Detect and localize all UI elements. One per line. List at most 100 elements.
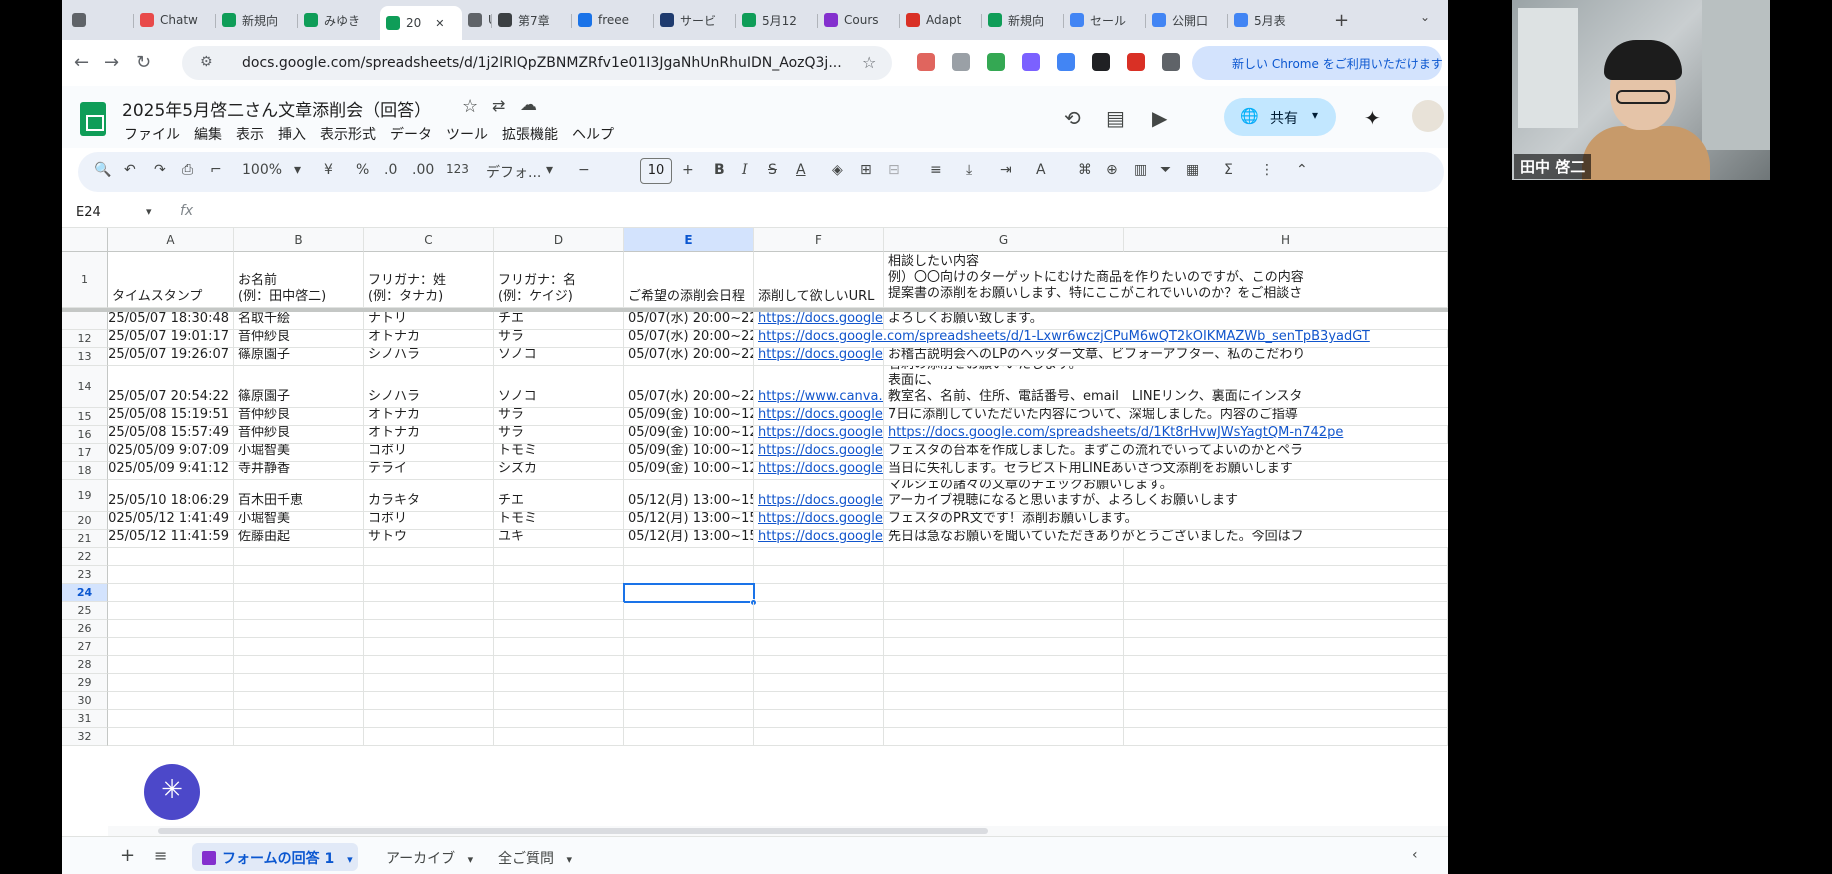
zoom-dropdown-icon[interactable]: ▾ [294, 162, 301, 178]
grid-cell[interactable] [108, 584, 234, 602]
grid-cell[interactable] [364, 620, 494, 638]
grid-cell[interactable] [364, 548, 494, 566]
grid-cell[interactable] [494, 566, 624, 584]
column-header[interactable]: D [494, 228, 624, 252]
increase-font-size-icon[interactable]: + [682, 162, 694, 178]
menu-item[interactable]: 拡張機能 [502, 124, 558, 144]
grid-cell[interactable] [754, 620, 884, 638]
merge-cells-icon[interactable]: ⊟ [888, 162, 900, 178]
grid-cell[interactable]: テライ [364, 462, 494, 480]
grid-cell[interactable] [1124, 566, 1448, 584]
grid-cell[interactable]: 2025/05/12 1:41:49 [108, 512, 234, 530]
grid-cell[interactable]: 05/09(金) 10:00~12:00 [624, 444, 754, 462]
grid-cell[interactable] [624, 620, 754, 638]
grid-cell[interactable] [1124, 728, 1448, 746]
grid-cell[interactable]: 2025/05/08 15:19:51 [108, 408, 234, 426]
grid-cell[interactable]: 05/09(金) 10:00~12:00 [624, 462, 754, 480]
grid-cell[interactable]: ユキ [494, 530, 624, 548]
version-history-icon[interactable]: ⟲ [1064, 106, 1081, 130]
grid-cell[interactable] [624, 674, 754, 692]
row-header[interactable]: 22 [62, 548, 108, 566]
bold-icon[interactable]: B [714, 162, 725, 178]
grid-cell[interactable] [494, 638, 624, 656]
borders-icon[interactable]: ⊞ [860, 162, 872, 178]
menu-item[interactable]: ヘルプ [572, 124, 614, 144]
grid-cell[interactable]: シノハラ [364, 366, 494, 408]
strikethrough-icon[interactable]: S [768, 162, 777, 178]
grid-cell[interactable]: ソノコ [494, 348, 624, 366]
row-header[interactable]: 27 [62, 638, 108, 656]
sheet-tab-form-responses[interactable]: フォームの回答 1 ▾ [192, 843, 358, 871]
browser-tab[interactable]: サービ [654, 6, 736, 34]
grid-cell[interactable] [108, 566, 234, 584]
grid-cell[interactable] [884, 656, 1124, 674]
grid-cell[interactable]: 05/07(水) 20:00~22:00 [624, 348, 754, 366]
grid-cell[interactable] [754, 710, 884, 728]
grid-cell[interactable]: 小堀智美 [234, 444, 364, 462]
column-header[interactable]: E [624, 228, 754, 252]
grid-cell[interactable]: オトナカ [364, 408, 494, 426]
row-header[interactable]: 23 [62, 566, 108, 584]
grid-cell[interactable]: 2025/05/12 11:41:59 [108, 530, 234, 548]
number-format-button[interactable]: 123 [446, 162, 469, 176]
row-header[interactable]: 15 [62, 408, 108, 426]
header-cell-timestamp[interactable]: タイムスタンプ [108, 252, 234, 308]
filter-icon[interactable]: ⏷ [1160, 162, 1171, 178]
grid-cell[interactable] [884, 566, 1124, 584]
row-header[interactable]: 28 [62, 656, 108, 674]
forward-icon[interactable]: → [104, 52, 119, 73]
grid-cell[interactable] [754, 548, 884, 566]
grid-cell[interactable] [234, 656, 364, 674]
grid-cell[interactable] [234, 710, 364, 728]
row-header[interactable]: 25 [62, 602, 108, 620]
grid-cell[interactable]: 05/07(水) 20:00~22:00 [624, 330, 754, 348]
url-link[interactable]: https://docs.google.com/s [754, 426, 884, 444]
row-header[interactable]: 32 [62, 728, 108, 746]
reload-icon[interactable]: ↻ [136, 52, 151, 73]
grid-cell[interactable]: 篠原園子 [234, 366, 364, 408]
active-cell-selection[interactable] [623, 583, 755, 603]
scrollbar-thumb[interactable] [158, 828, 988, 834]
insert-chart-icon[interactable]: ▥ [1134, 162, 1147, 178]
grid-cell[interactable] [754, 656, 884, 674]
url-link[interactable]: https://docs.google.com/d [754, 480, 884, 512]
tab-close-icon[interactable]: ✕ [435, 17, 444, 30]
grid-cell[interactable]: 百木田千恵 [234, 480, 364, 512]
redo-icon[interactable]: ↷ [154, 162, 166, 178]
grid-cell[interactable]: 2025/05/07 19:01:17 [108, 330, 234, 348]
row-header[interactable]: 31 [62, 710, 108, 728]
share-dropdown-icon[interactable]: ▾ [1312, 108, 1318, 122]
grid-cell[interactable] [884, 602, 1124, 620]
sheet-tab-dropdown-icon[interactable]: ▾ [347, 853, 353, 866]
grid-cell[interactable] [364, 710, 494, 728]
row-header[interactable]: 16 [62, 426, 108, 444]
grid-cell[interactable] [884, 674, 1124, 692]
grid-cell[interactable] [108, 602, 234, 620]
extension-3-icon[interactable] [987, 53, 1005, 71]
italic-icon[interactable]: I [742, 162, 748, 178]
row-header[interactable]: 24 [62, 584, 108, 602]
all-sheets-button[interactable]: ≡ [144, 843, 177, 871]
grid-cell[interactable] [234, 674, 364, 692]
browser-tab[interactable]: freee [572, 6, 654, 34]
grid-cell[interactable] [624, 692, 754, 710]
grid-cell[interactable] [884, 584, 1124, 602]
url-link[interactable]: https://docs.google.com/d [754, 444, 884, 462]
grid-cell[interactable]: 篠原園子 [234, 348, 364, 366]
grid-cell[interactable] [624, 566, 754, 584]
insert-link-icon[interactable]: ⌘ [1078, 162, 1092, 178]
grid-cell[interactable]: サラ [494, 426, 624, 444]
grid-cell[interactable] [624, 548, 754, 566]
grid-cell[interactable]: 名取千絵 [234, 312, 364, 330]
text-rotation-icon[interactable]: A [1036, 162, 1046, 178]
text-color-icon[interactable]: A [796, 162, 806, 178]
grid-cell[interactable]: シズカ [494, 462, 624, 480]
grid-cell[interactable] [108, 674, 234, 692]
url-link[interactable]: https://docs.google.com/d [754, 462, 884, 480]
grid-cell[interactable]: オトナカ [364, 330, 494, 348]
menu-item[interactable]: 編集 [194, 124, 222, 144]
sheet-tab-all-questions[interactable]: 全ご質問 ▾ [488, 843, 582, 871]
grid-cell[interactable] [494, 692, 624, 710]
column-header[interactable]: C [364, 228, 494, 252]
grid-cell[interactable] [754, 728, 884, 746]
